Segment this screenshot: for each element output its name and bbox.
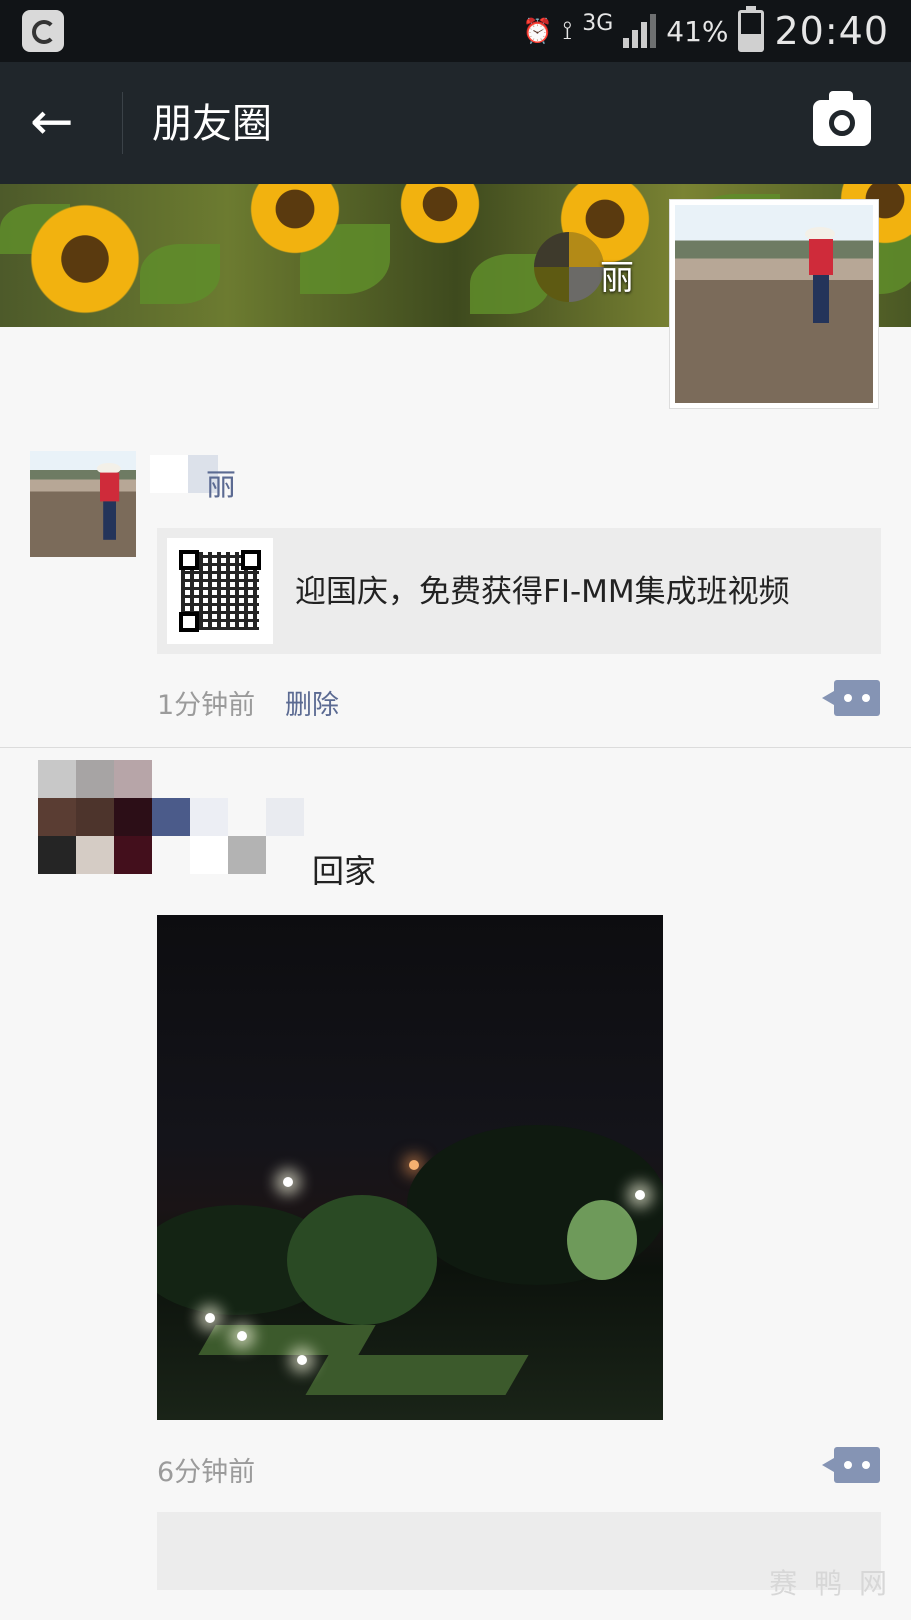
clock: 20:40 [774,9,889,53]
back-arrow-icon[interactable]: ← [30,92,90,152]
battery-percent: 41% [666,14,729,48]
author-name-redacted [152,798,304,874]
post-photo[interactable] [157,915,663,1420]
nav-divider [122,92,123,154]
page-title: 朋友圈 [152,101,272,147]
post-time: 6分钟前 [157,1457,256,1488]
link-title: 迎国庆，免费获得FI-MM集成班视频 [295,574,790,610]
post-author[interactable]: 丽 [206,460,236,504]
delete-button[interactable]: 删除 [285,683,339,722]
post-text: 回家 [312,852,377,890]
post-avatar[interactable] [30,451,136,557]
status-bar: ⏰ ⟟ 3G 41% 20:40 [0,0,911,62]
camera-lens [829,110,855,136]
post-time: 1分钟前 [157,690,256,721]
navigation-bar: ← 朋友圈 [0,62,911,184]
qr-code-thumbnail [167,538,273,644]
alarm-icon: ⏰ [522,17,553,45]
wifi-icon: ⟟ [562,15,573,46]
profile-avatar[interactable] [669,199,879,409]
battery-icon [738,6,765,52]
cover-avatar[interactable] [534,232,604,302]
signal-icon [623,14,657,48]
comment-icon[interactable] [822,680,880,716]
cover-user-name: 丽 [600,258,634,298]
network-type: 3G [582,10,614,36]
app-notification-icon [22,10,64,52]
status-icons: ⏰ ⟟ 3G 41% 20:40 [523,0,889,62]
camera-icon[interactable] [813,91,871,146]
comment-icon[interactable] [822,1447,880,1483]
post-avatar-redacted[interactable] [38,760,152,874]
shared-link-card[interactable]: 迎国庆，免费获得FI-MM集成班视频 [157,528,881,654]
watermark: 赛 鸭 网 [769,1567,891,1600]
post-divider [0,747,911,748]
